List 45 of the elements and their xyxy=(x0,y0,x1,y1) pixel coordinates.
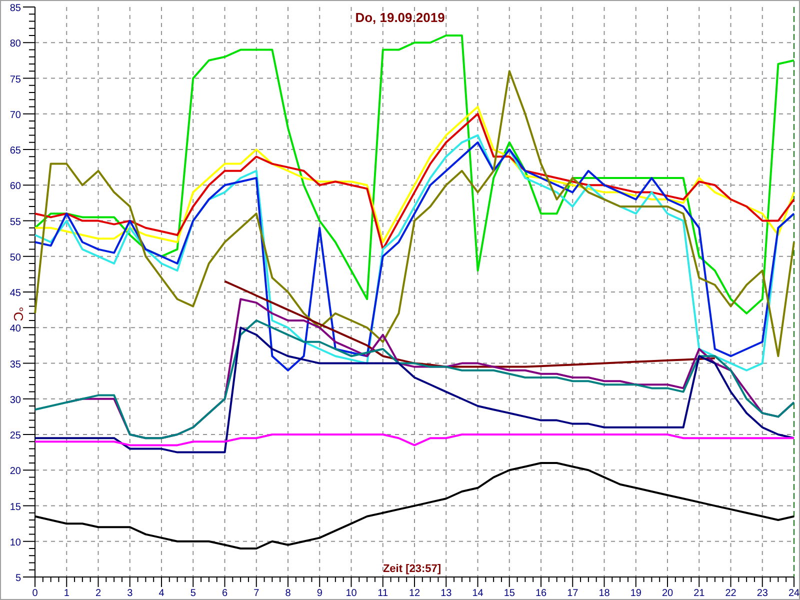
tick-label: 25 xyxy=(10,430,21,442)
tick-label: 55 xyxy=(10,216,21,228)
tick-label: 20 xyxy=(662,588,674,599)
tick-label: 7 xyxy=(254,588,260,599)
tick-label: 75 xyxy=(10,74,21,86)
tick-label: 50 xyxy=(10,252,21,264)
tick-label: 15 xyxy=(10,502,21,513)
tick-label: 22 xyxy=(725,588,736,599)
tick-label: 5 xyxy=(15,573,21,584)
tick-label: 8 xyxy=(285,588,291,599)
tick-label: 0 xyxy=(32,588,38,599)
tick-label: 11 xyxy=(378,588,388,599)
tick-label: 4 xyxy=(158,588,164,599)
tick-label: 19 xyxy=(630,588,642,599)
tick-label: 18 xyxy=(598,588,610,599)
tick-label: 85 xyxy=(10,3,21,14)
tick-label: 15 xyxy=(504,588,515,599)
tick-label: 16 xyxy=(535,588,547,599)
tick-label: 3 xyxy=(127,588,133,599)
tick-label: 21 xyxy=(694,588,705,599)
tick-label: 80 xyxy=(10,38,21,50)
tick-label: 60 xyxy=(10,181,21,192)
tick-label: 10 xyxy=(10,537,21,548)
tick-label: 65 xyxy=(10,146,21,156)
tick-label: 13 xyxy=(440,588,452,599)
tick-label: 24 xyxy=(788,588,800,599)
tick-label: 45 xyxy=(10,288,21,299)
tick-label: 14 xyxy=(472,588,484,599)
tick-label: 10 xyxy=(346,588,357,599)
tick-label: 70 xyxy=(10,110,21,121)
tick-label: 12 xyxy=(408,588,420,599)
tick-label: 1 xyxy=(64,588,70,599)
chart-title: Do, 19.09.2019 xyxy=(355,10,445,25)
tick-label: 30 xyxy=(10,394,21,406)
tick-label: 20 xyxy=(10,466,21,478)
tick-label: 23 xyxy=(756,588,768,599)
tick-label: 5 xyxy=(190,588,196,599)
tick-label: 2 xyxy=(95,588,102,599)
tick-label: 9 xyxy=(316,588,322,599)
tick-label: 35 xyxy=(10,359,21,370)
tick-label: 17 xyxy=(567,588,578,599)
x-axis-label: Zeit [23:57] xyxy=(382,563,442,575)
tick-label: 40 xyxy=(10,324,21,335)
tick-label: 6 xyxy=(222,588,228,599)
y-axis-label: °C xyxy=(11,306,26,322)
